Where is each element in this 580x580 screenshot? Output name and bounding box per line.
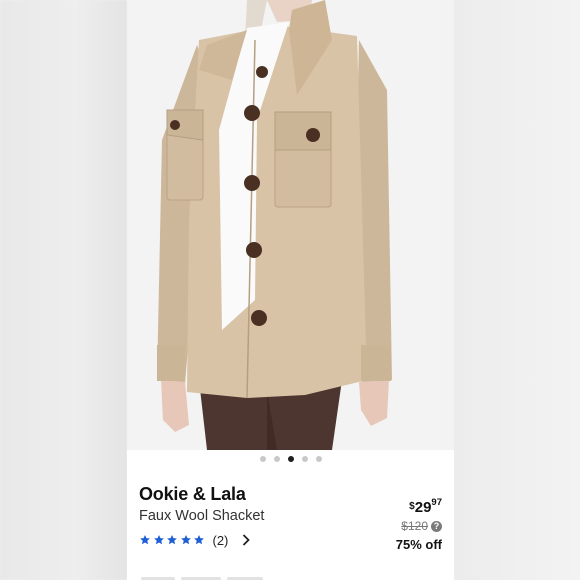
- blurred-background-right: [454, 0, 580, 580]
- product-card[interactable]: Ookie & Lala Faux Wool Shacket (2) $2997…: [127, 0, 454, 580]
- price-cents: 97: [431, 497, 442, 508]
- carousel-dot[interactable]: [259, 456, 266, 462]
- star-icon: [167, 535, 177, 545]
- chevron-right-icon[interactable]: [242, 534, 251, 546]
- question-circle-icon[interactable]: ?: [431, 520, 442, 532]
- carousel-dot-active[interactable]: [287, 456, 294, 462]
- star-icon: [180, 535, 191, 545]
- carousel-dot[interactable]: [301, 456, 308, 462]
- discount-label: 75% off: [395, 537, 442, 552]
- next-section-peek: [141, 572, 281, 580]
- rating-count: (2): [212, 532, 229, 548]
- star-icon: [194, 535, 204, 545]
- carousel-dot[interactable]: [273, 456, 280, 462]
- star-icon: [153, 535, 164, 545]
- price-block: $2997 $120 ? 75% off: [395, 497, 442, 552]
- current-price: $2997: [396, 497, 442, 516]
- star-icon: [140, 535, 150, 545]
- product-image[interactable]: [127, 0, 454, 450]
- original-price: $120: [401, 519, 428, 533]
- jacket-photo-illustration: [127, 0, 454, 450]
- carousel-dots: [127, 456, 454, 462]
- carousel-dot[interactable]: [315, 456, 322, 462]
- original-price-row: $120 ?: [396, 519, 442, 533]
- price-whole: 29: [414, 499, 432, 516]
- blurred-background-left: [0, 0, 127, 580]
